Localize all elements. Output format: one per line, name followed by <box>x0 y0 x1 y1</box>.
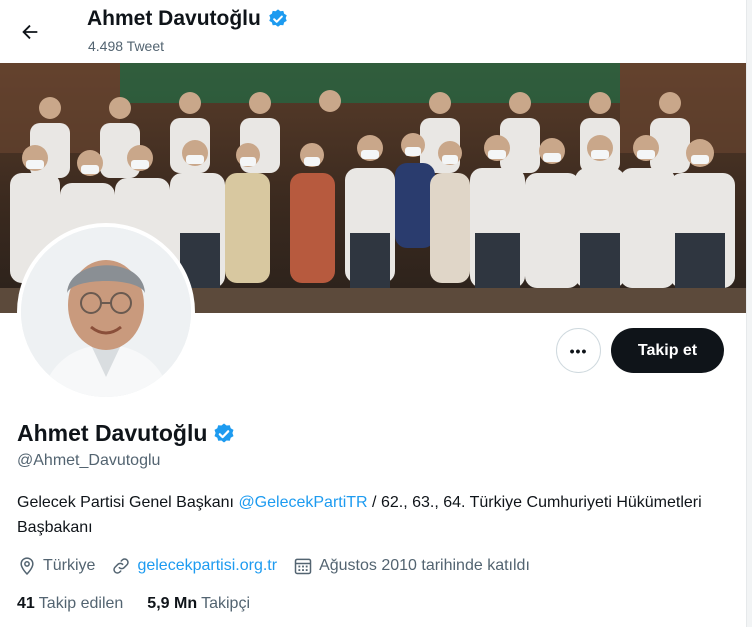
followers-count: 5,9 Mn <box>147 595 198 612</box>
profile-stats: 41 Takip edilen 5,9 Mn Takipçi <box>17 595 274 613</box>
scrollbar[interactable] <box>746 0 752 627</box>
location-pin-icon <box>20 557 34 575</box>
website-link[interactable]: gelecekpartisi.org.tr <box>137 557 277 575</box>
follow-button[interactable]: Takip et <box>611 328 724 373</box>
avatar-image <box>21 227 191 397</box>
bio-text-prefix: Gelecek Partisi Genel Başkanı <box>17 494 239 511</box>
website-item: gelecekpartisi.org.tr <box>111 556 277 576</box>
arrow-left-icon <box>22 24 38 40</box>
profile-bio: Gelecek Partisi Genel Başkanı @GelecekPa… <box>17 490 729 540</box>
link-icon <box>113 558 130 574</box>
profile-handle: @Ahmet_Davutoglu <box>17 452 161 469</box>
profile-header-bar: Ahmet Davutoğlu 4.498 Tweet <box>0 0 746 63</box>
following-label: Takip edilen <box>38 595 124 612</box>
profile-name: Ahmet Davutoğlu <box>17 420 208 446</box>
followers-link[interactable]: 5,9 Mn Takipçi <box>147 595 250 613</box>
verified-badge-icon <box>214 423 234 442</box>
calendar-icon <box>294 558 312 575</box>
following-link[interactable]: 41 Takip edilen <box>17 595 123 613</box>
followers-label: Takipçi <box>201 595 250 612</box>
joined-text: Ağustos 2010 tarihinde katıldı <box>319 557 530 574</box>
bio-mention-link[interactable]: @GelecekPartiTR <box>238 494 367 511</box>
verified-badge-icon <box>269 9 287 27</box>
more-options-button[interactable]: ••• <box>556 328 601 373</box>
profile-meta: Türkiye gelecekpartisi.org.tr Ağustos 20… <box>17 554 546 578</box>
profile-avatar[interactable] <box>17 223 195 401</box>
more-options-icon: ••• <box>569 342 588 359</box>
location-item: Türkiye <box>17 556 95 576</box>
back-button[interactable] <box>12 14 48 50</box>
tweet-count: 4.498 Tweet <box>88 38 165 54</box>
profile-name-row: Ahmet Davutoğlu <box>17 420 236 447</box>
header-name: Ahmet Davutoğlu <box>87 7 261 30</box>
following-count: 41 <box>17 595 35 612</box>
location-text: Türkiye <box>43 557 96 574</box>
joined-item: Ağustos 2010 tarihinde katıldı <box>293 556 530 576</box>
header-title: Ahmet Davutoğlu <box>87 7 289 31</box>
